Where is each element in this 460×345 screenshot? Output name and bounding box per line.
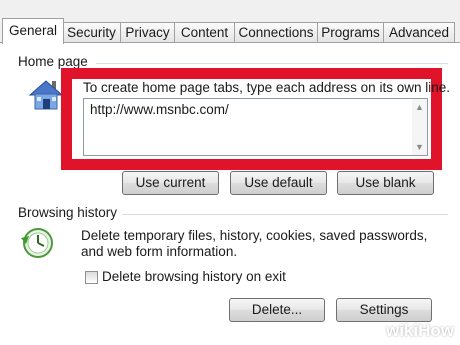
tab-connections[interactable]: Connections: [234, 22, 318, 43]
home-page-url-value: http://www.msnbc.com/: [90, 102, 229, 117]
scroll-up-arrow-icon[interactable]: ▲: [415, 102, 424, 112]
use-blank-button[interactable]: Use blank: [337, 171, 434, 195]
tab-general[interactable]: General: [2, 18, 64, 44]
delete-on-exit-label[interactable]: Delete browsing history on exit: [102, 269, 286, 284]
tab-programs[interactable]: Programs: [317, 22, 384, 43]
use-default-button[interactable]: Use default: [230, 171, 327, 195]
delete-on-exit-checkbox[interactable]: [85, 271, 98, 284]
browsing-history-group-label: Browsing history: [18, 205, 118, 220]
use-current-button[interactable]: Use current: [122, 171, 219, 195]
wikihow-watermark: wikiHow: [385, 321, 454, 340]
home-page-url-textarea[interactable]: http://www.msnbc.com/ ▲ ▼: [83, 98, 428, 156]
home-page-group-label: Home page: [18, 54, 88, 69]
tab-security[interactable]: Security: [62, 22, 121, 43]
home-page-group-line: [96, 63, 448, 64]
browsing-history-description: Delete temporary files, history, cookies…: [81, 228, 428, 259]
tab-content[interactable]: Content: [174, 22, 235, 43]
tab-privacy[interactable]: Privacy: [120, 22, 175, 43]
home-page-instruction: To create home page tabs, type each addr…: [83, 80, 450, 95]
settings-button[interactable]: Settings: [336, 298, 432, 322]
scroll-down-arrow-icon[interactable]: ▼: [415, 142, 424, 152]
delete-button[interactable]: Delete...: [229, 298, 325, 322]
tab-strip: General Security Privacy Content Connect…: [0, 0, 460, 44]
tab-advanced[interactable]: Advanced: [383, 22, 455, 43]
textarea-scrollbar[interactable]: ▲ ▼: [412, 99, 427, 155]
house-icon: [28, 80, 64, 110]
history-clock-icon: [21, 228, 53, 258]
browsing-history-group-line: [122, 214, 448, 215]
